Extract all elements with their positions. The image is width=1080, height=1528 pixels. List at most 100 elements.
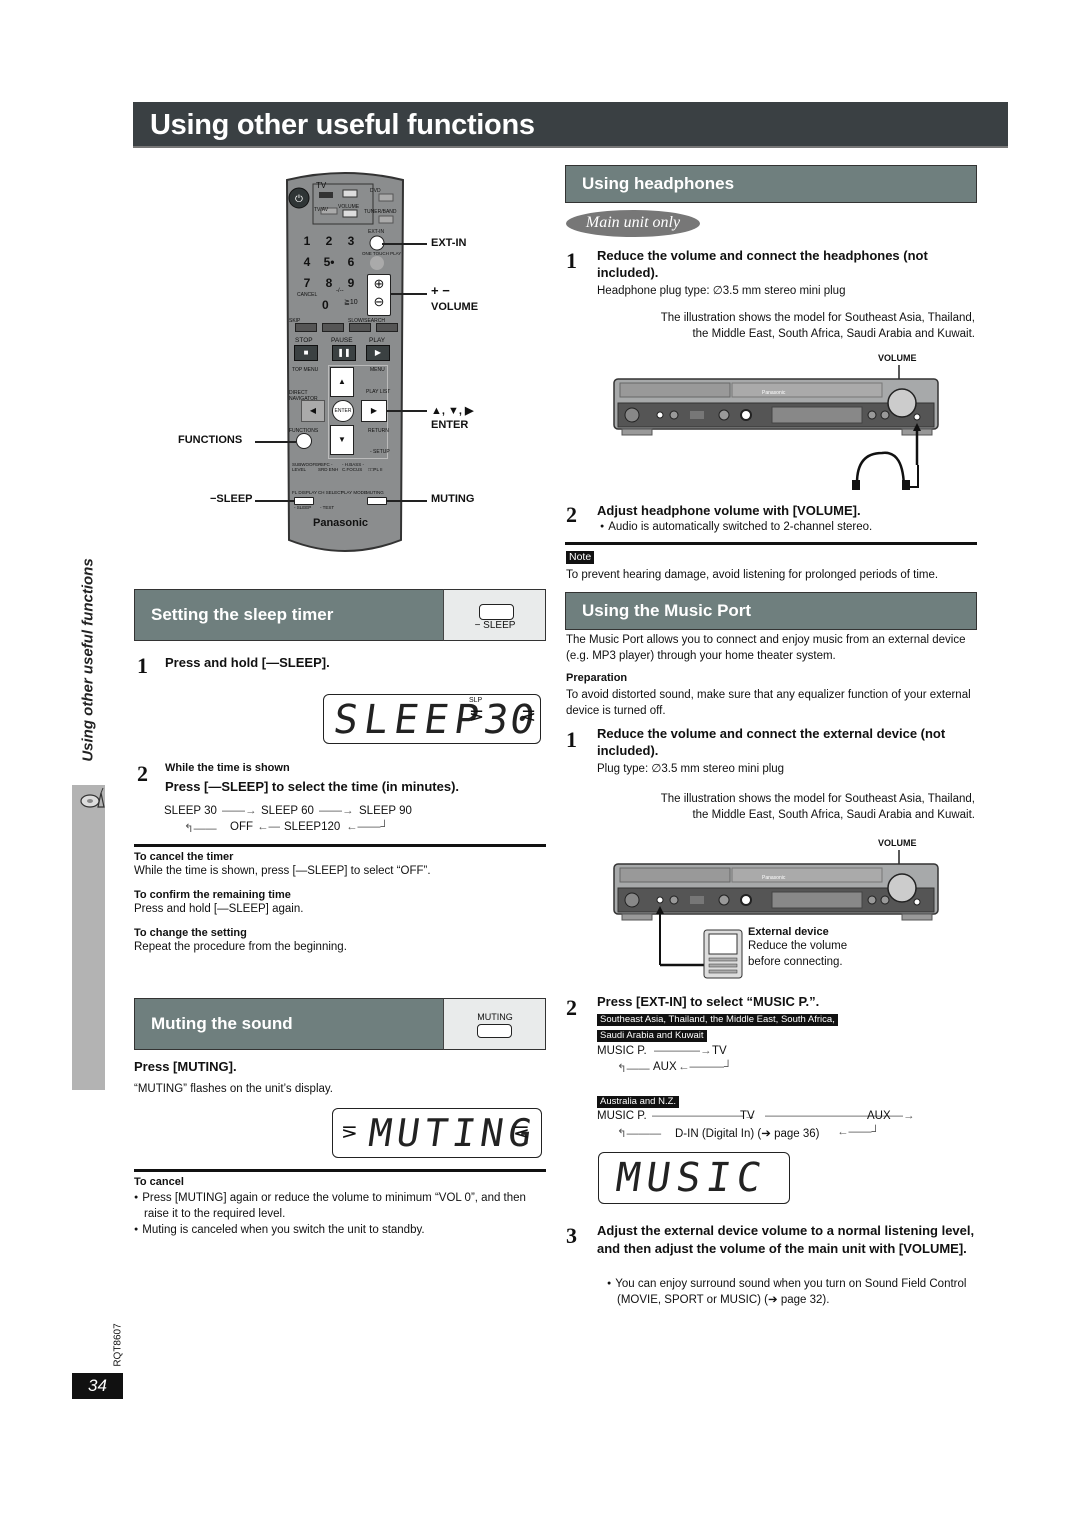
remote-muting-button[interactable]	[367, 497, 387, 505]
cancel-bullet: Press [MUTING] again or reduce the volum…	[134, 1190, 546, 1222]
cancel-bullet: Muting is canceled when you switch the u…	[134, 1222, 546, 1238]
remote-label-setup: - SETUP	[370, 449, 390, 455]
illustration-note-line: The illustration shows the model for Sou…	[660, 793, 975, 805]
external-device-caption: External device Reduce the volume before…	[748, 926, 847, 970]
tip-text: While the time is shown, press [—SLEEP] …	[134, 865, 431, 877]
flow-tv: TV	[712, 1045, 727, 1057]
play-button[interactable]: ▶	[366, 345, 390, 361]
callout-line-arrows	[386, 410, 427, 412]
fast-forward-button[interactable]	[376, 323, 398, 332]
preparation-text: To avoid distorted sound, make sure that…	[566, 689, 971, 717]
flow-sleep120: SLEEP120	[284, 821, 341, 833]
section-header-sleep: Setting the sleep timer	[134, 589, 444, 641]
sleep-step1-title: Press and hold [—SLEEP].	[165, 655, 330, 670]
remote-btn-0[interactable]: 0	[322, 298, 329, 312]
flow-music-p: MUSIC P.	[597, 1045, 647, 1057]
flow-arrow-icon: ←———┘	[678, 1061, 733, 1073]
remote-btn-4[interactable]: 4	[296, 255, 318, 269]
headphones-step1-number: 1	[566, 248, 577, 273]
remote-label-top-menu: TOP MENU	[292, 367, 319, 373]
remote-left-button[interactable]: ◀	[301, 400, 325, 422]
section-header-music-port: Using the Music Port	[565, 592, 977, 630]
sleep-button-icon-box: − SLEEP	[443, 589, 546, 641]
remote-down-button[interactable]: ▼	[330, 425, 354, 455]
remote-btn-3[interactable]: 3	[340, 234, 362, 248]
remote-btn-7[interactable]: 7	[296, 276, 318, 290]
unit-brand-logo: Panasonic	[762, 390, 786, 396]
callout-functions: FUNCTIONS	[178, 434, 243, 446]
remote-label-return: RETURN	[368, 428, 389, 434]
flow-sleep30: SLEEP 30	[164, 805, 217, 817]
callout-ext-in: EXT-IN	[431, 237, 467, 249]
remote-up-button[interactable]: ▲	[330, 367, 354, 397]
remote-label-test: - TEST	[320, 505, 335, 510]
flow-arrow-icon: ————→	[654, 1045, 712, 1057]
flow-arrow-icon: ←——┘	[346, 821, 389, 833]
svg-text:⏻: ⏻	[295, 194, 303, 205]
remote-enter-button[interactable]: ENTER	[332, 400, 354, 422]
flow-sleep60: SLEEP 60	[261, 805, 314, 817]
remote-btn-6[interactable]: 6	[340, 255, 362, 269]
remote-label-muting: MUTING	[366, 490, 384, 495]
music-step2-title: Press [EXT-IN] to select “MUSIC P.”.	[597, 994, 820, 1009]
page-title: Using other useful functions	[133, 102, 1008, 148]
skip-forward-button[interactable]	[322, 323, 344, 332]
external-device-title: External device	[748, 926, 829, 938]
callout-enter: ENTER	[431, 419, 469, 431]
sleep-step2-pre: While the time is shown	[165, 762, 290, 774]
headphones-step2-bullet: Audio is automatically switched to 2-cha…	[600, 519, 872, 535]
muting-button-icon-label: MUTING	[477, 1012, 513, 1022]
remote-label-tuner-band: TUNER/BAND	[364, 209, 397, 215]
divider	[134, 844, 546, 847]
remote-label-one-touch: ONE TOUCH PLAY	[362, 251, 402, 256]
pause-icon: ❚❚	[337, 348, 351, 357]
remote-label-sleep: - SLEEP	[294, 505, 312, 510]
remote-btn-ge10[interactable]: ≧10	[344, 298, 358, 306]
illustration-note-line: the Middle East, South Africa, Saudi Ara…	[692, 809, 975, 821]
illustration-note: The illustration shows the model for Sou…	[580, 791, 975, 823]
remote-label-play: PLAY	[369, 337, 386, 344]
remote-btn-5[interactable]: 5•	[318, 255, 340, 269]
music-port-intro: The Music Port allows you to connect and…	[566, 634, 966, 662]
music-step3-title: Adjust the external device volume to a n…	[597, 1223, 975, 1256]
note-label: Note	[566, 551, 595, 564]
flow-arrow-icon: ←——┘	[837, 1126, 880, 1138]
callout-volume: VOLUME	[431, 301, 479, 313]
flow-din: D-IN (Digital In) (➔ page 36)	[675, 1128, 820, 1140]
remote-number-pad: 1 2 3 4 5• 6 7 8 9	[296, 234, 362, 290]
headphones-step2-number: 2	[566, 502, 577, 527]
tip-title: To confirm the remaining time	[134, 889, 291, 901]
flow-sleep90: SLEEP 90	[359, 805, 412, 817]
sleep-step2-title: Press [—SLEEP] to select the time (in mi…	[165, 779, 460, 794]
flow-arrow-icon: ——→	[319, 805, 354, 817]
region-badge: Australia and N.Z.	[597, 1096, 680, 1108]
remote-label-dash: -/--	[336, 288, 344, 294]
pause-button[interactable]: ❚❚	[332, 345, 356, 361]
remote-skip-search-row	[295, 323, 398, 332]
main-unit-only-badge: Main unit only	[566, 210, 700, 237]
remote-right-button[interactable]: ▶	[361, 400, 387, 422]
muting-desc: “MUTING” flashes on the unit’s display.	[134, 1083, 333, 1095]
external-device-text: Reduce the volume	[748, 940, 848, 952]
remote-brand-logo: Panasonic	[313, 517, 369, 529]
remote-sleep-button[interactable]	[294, 497, 314, 505]
volume-label: VOLUME	[878, 838, 917, 848]
stop-button[interactable]: ■	[294, 345, 318, 361]
disc-antenna-icon	[80, 787, 106, 811]
page-number: 34	[72, 1373, 123, 1399]
rewind-button[interactable]	[349, 323, 371, 332]
remote-label-tv: TV	[316, 181, 327, 190]
callout-line-volume	[390, 293, 427, 295]
preparation-title: Preparation	[566, 672, 628, 684]
muting-lcd-display: ⋝ MUTING ⋜	[332, 1108, 542, 1158]
headphones-plug-type: Headphone plug type: ∅3.5 mm stereo mini…	[597, 285, 846, 297]
callout-line-ext-in	[382, 243, 427, 245]
music-step3-number: 3	[566, 1223, 577, 1248]
skip-back-button[interactable]	[295, 323, 317, 332]
music-step1-number: 1	[566, 727, 577, 752]
remote-btn-2[interactable]: 2	[318, 234, 340, 248]
remote-btn-1[interactable]: 1	[296, 234, 318, 248]
remote-volume-rocker[interactable]: ⊕ ⊖	[367, 274, 391, 316]
remote-label-hbass: - H.BASS - C.FOCUS	[342, 462, 365, 472]
remote-functions-button[interactable]	[296, 433, 312, 449]
